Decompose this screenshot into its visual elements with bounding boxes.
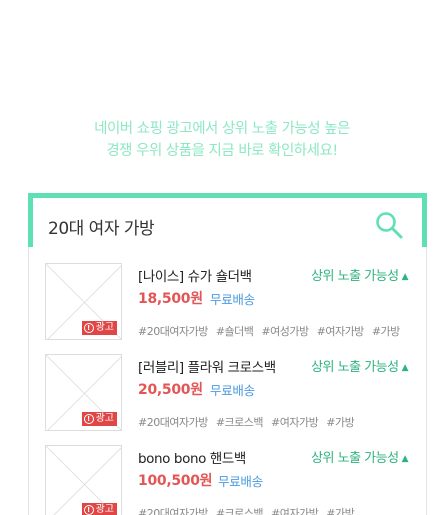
shipping-label: 무료배송 (218, 474, 263, 489)
product-thumbnail[interactable]: ! 광고 (45, 354, 122, 431)
tag[interactable]: #크로스백 (216, 416, 264, 429)
result-list: ! 광고 [나이스] 슈가 숄더백 상위 노출 가능성 ▲ 18,500원 무료배… (28, 247, 427, 515)
tag[interactable]: #가방 (326, 416, 354, 429)
exposure-label: 상위 노출 가능성 (311, 269, 399, 284)
tag[interactable]: #가방 (326, 507, 354, 515)
tag-list: #20대여자가방 #크로스백 #여자가방 #가방 (138, 414, 359, 430)
ad-badge: ! 광고 (81, 503, 117, 515)
ad-badge: ! 광고 (81, 321, 117, 335)
product-price: 20,500원 (138, 382, 203, 398)
product-price: 18,500원 (138, 291, 203, 307)
tag-list: #20대여자가방 #숄더백 #여성가방 #여자가방 #가방 (138, 323, 405, 339)
product-name[interactable]: [러블리] 플라워 크로스백 (138, 356, 276, 376)
ad-badge-label: 광고 (95, 322, 114, 333)
shipping-label: 무료배송 (210, 383, 255, 398)
tag[interactable]: #20대여자가방 (138, 507, 208, 515)
promo-headline: 네이버 쇼핑 광고에서 상위 노출 가능성 높은 경쟁 우위 상품을 지금 바로… (0, 118, 444, 162)
result-item-2[interactable]: ! 광고 [러블리] 플라워 크로스백 상위 노출 가능성 ▲ 20,500원 무… (29, 338, 426, 431)
info-icon: ! (83, 414, 94, 424)
search-box[interactable]: 20대 여자 가방 (28, 193, 427, 247)
tag-list: #20대여자가방 #크로스백 #여자가방 #가방 (138, 505, 359, 515)
product-price: 100,500원 (138, 473, 213, 489)
tag[interactable]: #숄더백 (216, 325, 254, 338)
exposure-indicator: 상위 노출 가능성 ▲ (311, 356, 408, 375)
tag[interactable]: #여자가방 (271, 507, 319, 515)
tag[interactable]: #크로스백 (216, 507, 264, 515)
tag[interactable]: #가방 (372, 325, 400, 338)
tag[interactable]: #여자가방 (317, 325, 365, 338)
up-triangle-icon: ▲ (401, 454, 409, 464)
promo-headline-line-1: 네이버 쇼핑 광고에서 상위 노출 가능성 높은 (94, 121, 350, 137)
ad-badge-label: 광고 (95, 413, 114, 424)
ad-badge: ! 광고 (81, 412, 117, 426)
info-icon: ! (83, 323, 94, 333)
result-item-1[interactable]: ! 광고 [나이스] 슈가 숄더백 상위 노출 가능성 ▲ 18,500원 무료배… (29, 247, 426, 340)
tag[interactable]: #여자가방 (271, 416, 319, 429)
exposure-indicator: 상위 노출 가능성 ▲ (311, 265, 408, 284)
product-name[interactable]: bono bono 핸드백 (138, 447, 246, 467)
up-triangle-icon: ▲ (401, 272, 409, 282)
product-thumbnail[interactable]: ! 광고 (45, 445, 122, 515)
tag[interactable]: #20대여자가방 (138, 416, 208, 429)
ad-badge-label: 광고 (95, 504, 114, 515)
up-triangle-icon: ▲ (401, 363, 409, 373)
result-item-3[interactable]: ! 광고 bono bono 핸드백 상위 노출 가능성 ▲ 100,500원 무… (29, 429, 426, 515)
product-thumbnail[interactable]: ! 광고 (45, 263, 122, 340)
search-icon[interactable] (374, 210, 404, 240)
exposure-indicator: 상위 노출 가능성 ▲ (311, 447, 408, 466)
product-name[interactable]: [나이스] 슈가 숄더백 (138, 265, 252, 285)
promo-headline-line-2: 경쟁 우위 상품을 지금 바로 확인하세요! (106, 143, 338, 159)
shipping-label: 무료배송 (210, 292, 255, 307)
page: 네이버 쇼핑 광고에서 상위 노출 가능성 높은 경쟁 우위 상품을 지금 바로… (0, 0, 444, 515)
info-icon: ! (83, 505, 94, 515)
exposure-label: 상위 노출 가능성 (311, 360, 399, 375)
tag[interactable]: #20대여자가방 (138, 325, 208, 338)
search-input[interactable]: 20대 여자 가방 (48, 214, 155, 239)
tag[interactable]: #여성가방 (261, 325, 309, 338)
exposure-label: 상위 노출 가능성 (311, 451, 399, 466)
